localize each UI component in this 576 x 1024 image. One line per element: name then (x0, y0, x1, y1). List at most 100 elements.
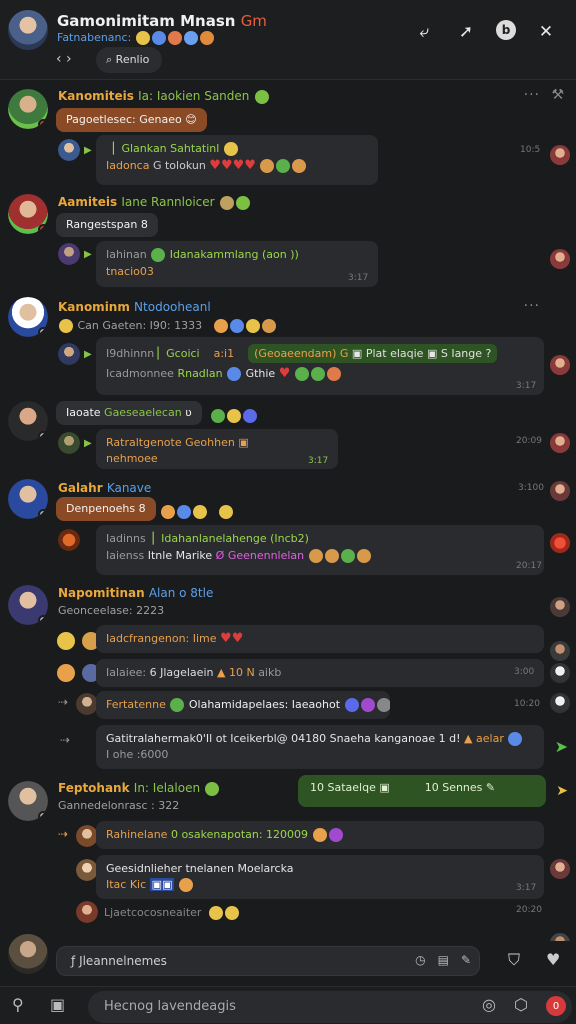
reply-avatar[interactable] (76, 859, 98, 881)
emoji-icon (276, 159, 291, 173)
forward-icon[interactable]: ⇢ (60, 733, 70, 747)
clock-icon[interactable]: ◷ (415, 953, 425, 967)
message-pill[interactable]: Pagoetlesec: Genaeo 😊 (56, 108, 207, 132)
location-icon[interactable]: ⚲ (12, 995, 24, 1014)
forward-icon[interactable]: ➤ (555, 737, 568, 756)
emoji-icon (151, 248, 166, 262)
reply-input[interactable]: ƒ Jleannelnemes ◷ ▤ ✎ (56, 946, 480, 976)
reply-avatar[interactable] (58, 529, 80, 551)
avatar[interactable] (8, 194, 48, 234)
message-bubble[interactable]: Ialaiee: 6 Jlagelaein ▲ 10 N aikb (96, 659, 544, 687)
pill-text: Rangestspan (66, 218, 138, 231)
emoji-icon (356, 549, 371, 563)
group-avatar[interactable] (8, 10, 48, 50)
notification-badge[interactable]: 0 (546, 996, 566, 1016)
message-bubble[interactable]: Iadcfrangenon: Iime ♥♥ (96, 625, 544, 653)
reply-avatar[interactable] (58, 243, 80, 265)
forward-icon[interactable]: ➤ (556, 783, 568, 799)
message-bubble[interactable]: ▏Glankan Sahtatinl Iadonca G tolokun ♥♥♥… (96, 135, 378, 185)
reply-avatar[interactable] (58, 139, 80, 161)
message-bubble[interactable]: Ratraltgenote Geohhen ▣ nehmoee (96, 429, 338, 469)
attach-icon[interactable]: ▤ (438, 953, 449, 967)
emoji-icon (312, 828, 327, 842)
forward-icon[interactable]: ⇢ (58, 827, 68, 841)
camera-icon[interactable]: ◎ (482, 995, 496, 1014)
sender-extra: In: Ielaloen (133, 781, 201, 795)
message-list[interactable]: Kanomiteis Ia: Iaokien Sanden ··· ⚒ Pago… (0, 81, 576, 941)
close-icon[interactable]: ✕ (534, 20, 558, 44)
message-pill[interactable]: Iaoate Gaeseaelecan ʋ (56, 401, 202, 425)
info-icon[interactable]: b (496, 20, 516, 40)
reply-avatar[interactable] (76, 693, 98, 715)
bubble-tail: aelar (476, 732, 504, 745)
emoji-icon (360, 698, 375, 712)
sender-name[interactable]: Napomitinan Alan o 8tle (58, 586, 213, 600)
user-avatar[interactable] (8, 934, 48, 974)
message-pill[interactable]: Denpenoehs 8 (56, 497, 156, 521)
gallery-icon[interactable]: ▣ (50, 995, 65, 1014)
forward-icon[interactable]: ⇢ (58, 695, 68, 709)
reply-avatar[interactable] (58, 432, 80, 454)
search-button[interactable]: ⌕ Renlio (96, 47, 162, 73)
emoji-icon[interactable]: ✎ (461, 953, 471, 967)
chat-subtitle-text: Fatnabenanc: (57, 31, 132, 44)
emoji-icon (57, 663, 75, 682)
back-icon[interactable]: ‹ › (56, 51, 72, 67)
share-icon[interactable]: ⤶ (412, 20, 436, 44)
message-pill[interactable]: Rangestspan 8 (56, 213, 158, 237)
avatar[interactable] (8, 781, 48, 821)
sender-name[interactable]: Galahr Kanave (58, 481, 151, 495)
message-preview[interactable]: Ljaetcocosneaiter (104, 906, 240, 920)
message-bubble[interactable]: I9dhinnn ▏Gcoici a:i1 (Geoaeendam) G ▣ P… (96, 337, 544, 395)
wrench-icon[interactable]: ⚒ (551, 87, 564, 103)
heart-icon[interactable]: ♥ (546, 950, 560, 969)
message-bubble-outgoing[interactable]: 10 Sataelqe ▣ 10 Sennes ✎ (298, 775, 546, 807)
chat-title: Gamonimitam Mnasn Gm (57, 12, 267, 30)
bubble-mid: a:i1 (213, 347, 235, 360)
more-icon[interactable]: ··· (524, 298, 540, 314)
pill-text: Denpenoehs (66, 502, 136, 515)
emoji-icon (245, 319, 260, 333)
bubble-text-2: I ohe :6000 (106, 748, 169, 761)
shield-icon[interactable]: ⛉ (508, 950, 520, 970)
message-input[interactable]: Hecnog lavendeagis (88, 991, 572, 1023)
sender-name[interactable]: Kanomiteis Ia: Iaokien Sanden (58, 89, 270, 104)
reply-avatar[interactable] (76, 901, 98, 923)
avatar[interactable] (8, 401, 48, 441)
chat-title-tag: Gm (240, 12, 267, 30)
avatar[interactable] (8, 585, 48, 625)
avatar[interactable] (8, 479, 48, 519)
emoji-icon (225, 906, 240, 920)
more-icon[interactable]: ··· (524, 87, 540, 103)
reply-avatar[interactable] (58, 343, 80, 365)
pill-emoji: 8 (140, 218, 148, 231)
message-bubble[interactable]: Fertatenne Olahamidapelaes: Iaeaohot (96, 691, 390, 719)
settings-icon[interactable]: ⬡ (514, 995, 528, 1014)
message-bubble[interactable]: Rahinelane 0 osakenapotan: 120009 (96, 821, 544, 849)
bubble-prefix: Rahinelane (106, 828, 168, 841)
message-bubble[interactable]: Iahinan Idanakammlang (aon )) tnacio03 (96, 241, 378, 287)
avatar[interactable] (8, 89, 48, 129)
message-bubble[interactable]: Gatitralahermak0'Il ot Iceikerbl@ 04180 … (96, 725, 544, 769)
read-avatar (550, 249, 570, 269)
sender-name[interactable]: Feptohank In: Ielaloen (58, 781, 220, 796)
emoji-icon (294, 367, 309, 381)
sender-name[interactable]: Kanominm Ntodooheanl (58, 300, 211, 314)
sender-name[interactable]: Aamiteis Iane Rannloicer (58, 195, 251, 210)
reply-avatar[interactable] (76, 825, 98, 847)
reactions (160, 501, 234, 520)
message-bubble[interactable]: Iadinns ▏Idahanlanelahenge (Incb2) Iaien… (96, 525, 544, 575)
emoji-icon (211, 408, 225, 423)
message-bubble[interactable]: Geesidnlieher tnelanen Moelarcka Itac Ki… (96, 855, 544, 899)
sender-extra: Alan o 8tle (148, 586, 214, 600)
bubble-text: Idanakammlang (aon )) (169, 248, 299, 261)
avatar[interactable] (8, 297, 48, 337)
emoji-icon (199, 31, 214, 45)
emoji-icon (508, 732, 523, 746)
forward-icon[interactable]: ➚ (454, 20, 478, 44)
pill-emoji: 😊 (185, 113, 197, 126)
reactions (210, 405, 258, 424)
reactions (56, 662, 101, 682)
reply-arrow-icon: ▶ (84, 349, 92, 360)
read-avatar (550, 641, 570, 661)
